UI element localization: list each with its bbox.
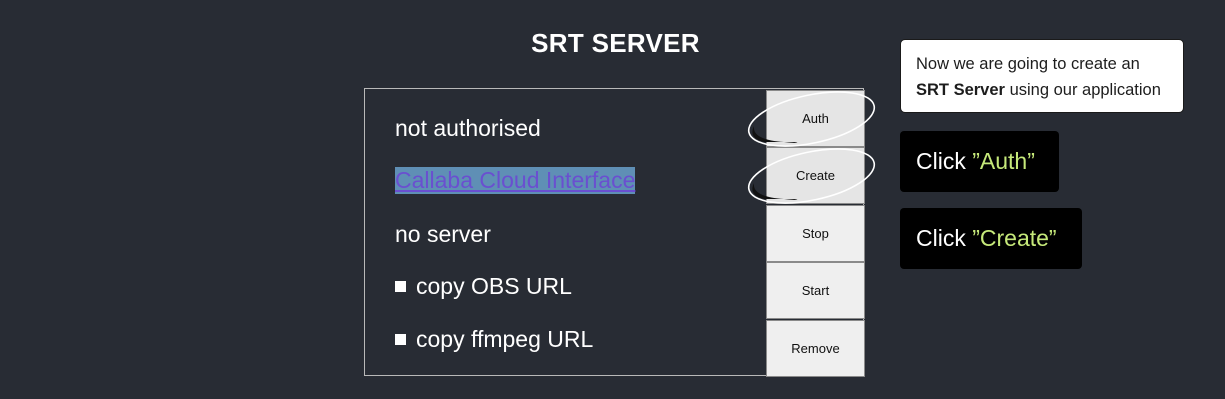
step-click-create-prefix: Click	[916, 225, 973, 251]
start-button[interactable]: Start	[766, 262, 865, 319]
copy-obs-url[interactable]: copy OBS URL	[395, 273, 572, 300]
tooltip-intro-suffix: using our application	[1009, 81, 1161, 99]
copy-icon	[395, 334, 409, 348]
copy-ffmpeg-url-label: copy ffmpeg URL	[416, 326, 594, 352]
callaba-cloud-interface-link[interactable]: Callaba Cloud Interface	[395, 167, 636, 194]
copy-ffmpeg-url[interactable]: copy ffmpeg URL	[395, 326, 593, 353]
server-status-text: no server	[395, 221, 491, 247]
step-click-create: Click ”Create”	[900, 208, 1082, 269]
step-click-auth-quoted: ”Auth”	[972, 148, 1035, 174]
step-click-create-quoted: ”Create”	[972, 225, 1057, 251]
copy-icon	[395, 281, 409, 295]
tooltip-intro-prefix: Now we are going to create an	[916, 55, 1140, 73]
step-click-auth-prefix: Click	[916, 148, 973, 174]
stop-button[interactable]: Stop	[766, 205, 865, 262]
copy-obs-url-label: copy OBS URL	[416, 273, 572, 299]
step-click-auth: Click ”Auth”	[900, 131, 1059, 192]
create-button[interactable]: Create	[766, 147, 865, 204]
auth-button[interactable]: Auth	[766, 90, 865, 147]
tooltip-intro-bold: SRT Server	[916, 81, 1005, 99]
auth-status-text: not authorised	[395, 115, 541, 141]
tutorial-tooltip: Now we are going to create an SRT Server…	[900, 39, 1184, 113]
remove-button[interactable]: Remove	[766, 320, 865, 377]
